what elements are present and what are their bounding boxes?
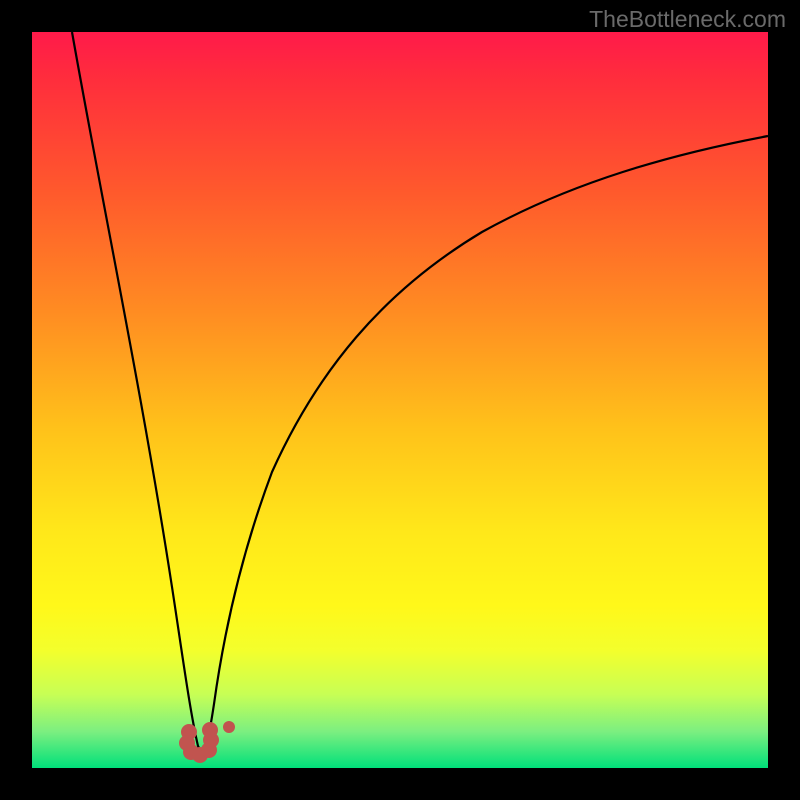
bottleneck-curve bbox=[72, 32, 768, 750]
watermark-text: TheBottleneck.com bbox=[589, 6, 786, 33]
curve-overlay bbox=[32, 32, 768, 768]
minimum-marker-cluster bbox=[179, 721, 235, 763]
outer-frame: TheBottleneck.com bbox=[0, 0, 800, 800]
